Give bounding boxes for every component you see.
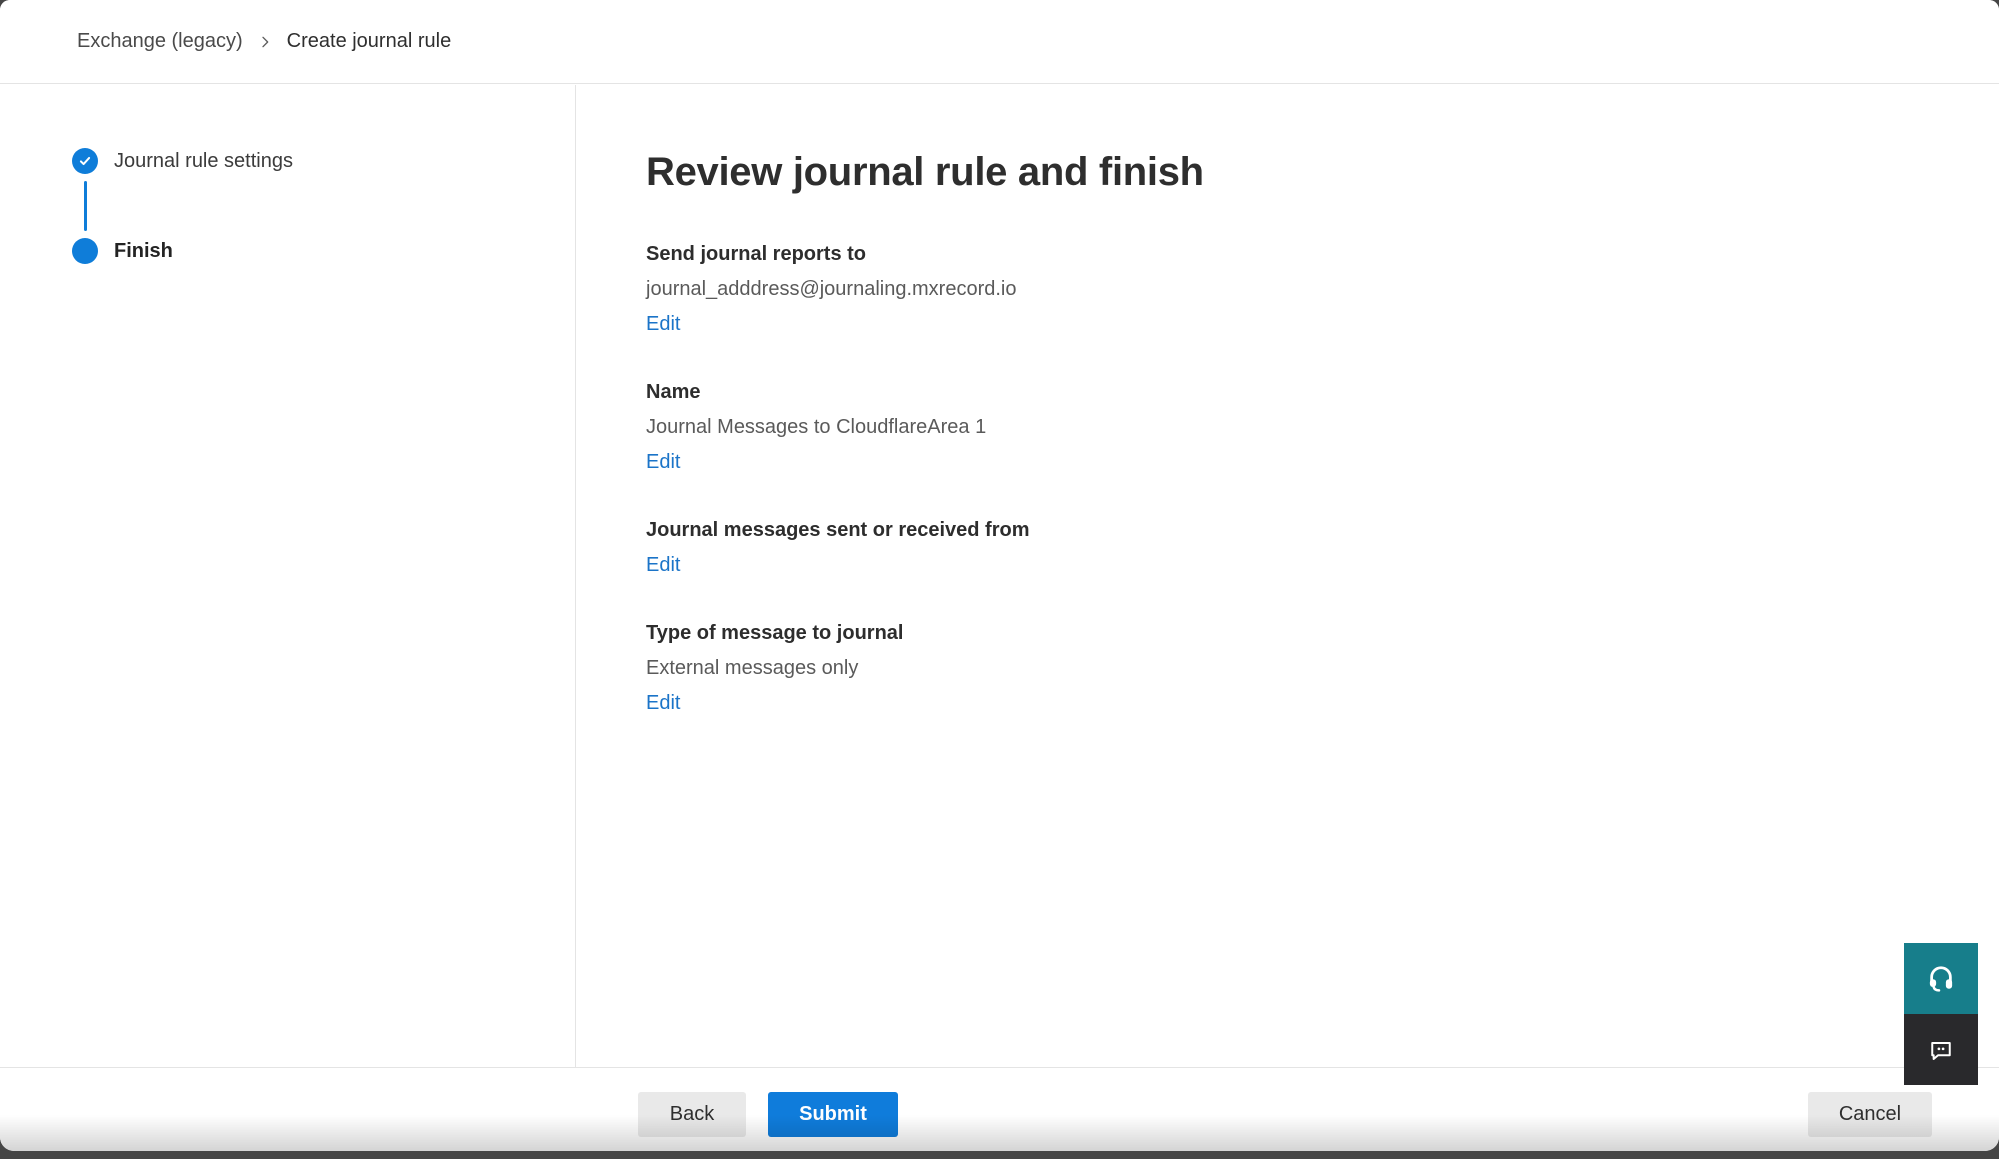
breadcrumb-create-journal-rule: Create journal rule	[287, 30, 452, 53]
wizard-step-journal-rule-settings[interactable]: Journal rule settings	[72, 148, 575, 174]
review-content: Review journal rule and finish Send jour…	[577, 85, 1999, 1067]
breadcrumb: Exchange (legacy) Create journal rule	[0, 0, 1999, 84]
back-button[interactable]: Back	[638, 1092, 746, 1137]
edit-message-type-link[interactable]: Edit	[646, 691, 680, 715]
chevron-right-icon	[257, 34, 273, 50]
edit-journal-scope-link[interactable]: Edit	[646, 553, 680, 577]
section-label: Journal messages sent or received from	[646, 518, 1999, 542]
edit-name-link[interactable]: Edit	[646, 450, 680, 474]
wizard-step-label: Journal rule settings	[114, 150, 293, 173]
filled-dot-icon	[72, 238, 98, 264]
chat-bubble-icon	[1927, 1036, 1955, 1064]
section-value: journal_adddress@journaling.mxrecord.io	[646, 277, 1999, 301]
help-button[interactable]	[1904, 943, 1978, 1014]
cancel-button[interactable]: Cancel	[1808, 1092, 1932, 1137]
wizard-step-label: Finish	[114, 240, 173, 263]
review-section-journal-scope: Journal messages sent or received from E…	[646, 518, 1999, 577]
wizard-step-finish[interactable]: Finish	[72, 238, 575, 264]
headset-icon	[1926, 964, 1956, 994]
review-section-send-reports: Send journal reports to journal_adddress…	[646, 242, 1999, 336]
floating-side-buttons	[1904, 943, 1978, 1085]
check-circle-icon	[72, 148, 98, 174]
app-window: Exchange (legacy) Create journal rule Jo…	[0, 0, 1999, 1151]
section-label: Name	[646, 380, 1999, 404]
review-section-message-type: Type of message to journal External mess…	[646, 621, 1999, 715]
section-value: Journal Messages to CloudflareArea 1	[646, 415, 1999, 439]
edit-send-reports-link[interactable]: Edit	[646, 312, 680, 336]
wizard-steps-panel: Journal rule settings Finish	[0, 85, 576, 1067]
breadcrumb-exchange-legacy[interactable]: Exchange (legacy)	[77, 30, 243, 53]
footer-action-bar: Back Submit Cancel	[0, 1067, 1999, 1151]
section-label: Send journal reports to	[646, 242, 1999, 266]
wizard-connector-line	[84, 181, 87, 231]
feedback-button[interactable]	[1904, 1014, 1978, 1085]
section-value: External messages only	[646, 656, 1999, 680]
section-label: Type of message to journal	[646, 621, 1999, 645]
page-title: Review journal rule and finish	[646, 150, 1999, 194]
review-section-name: Name Journal Messages to CloudflareArea …	[646, 380, 1999, 474]
submit-button[interactable]: Submit	[768, 1092, 898, 1137]
